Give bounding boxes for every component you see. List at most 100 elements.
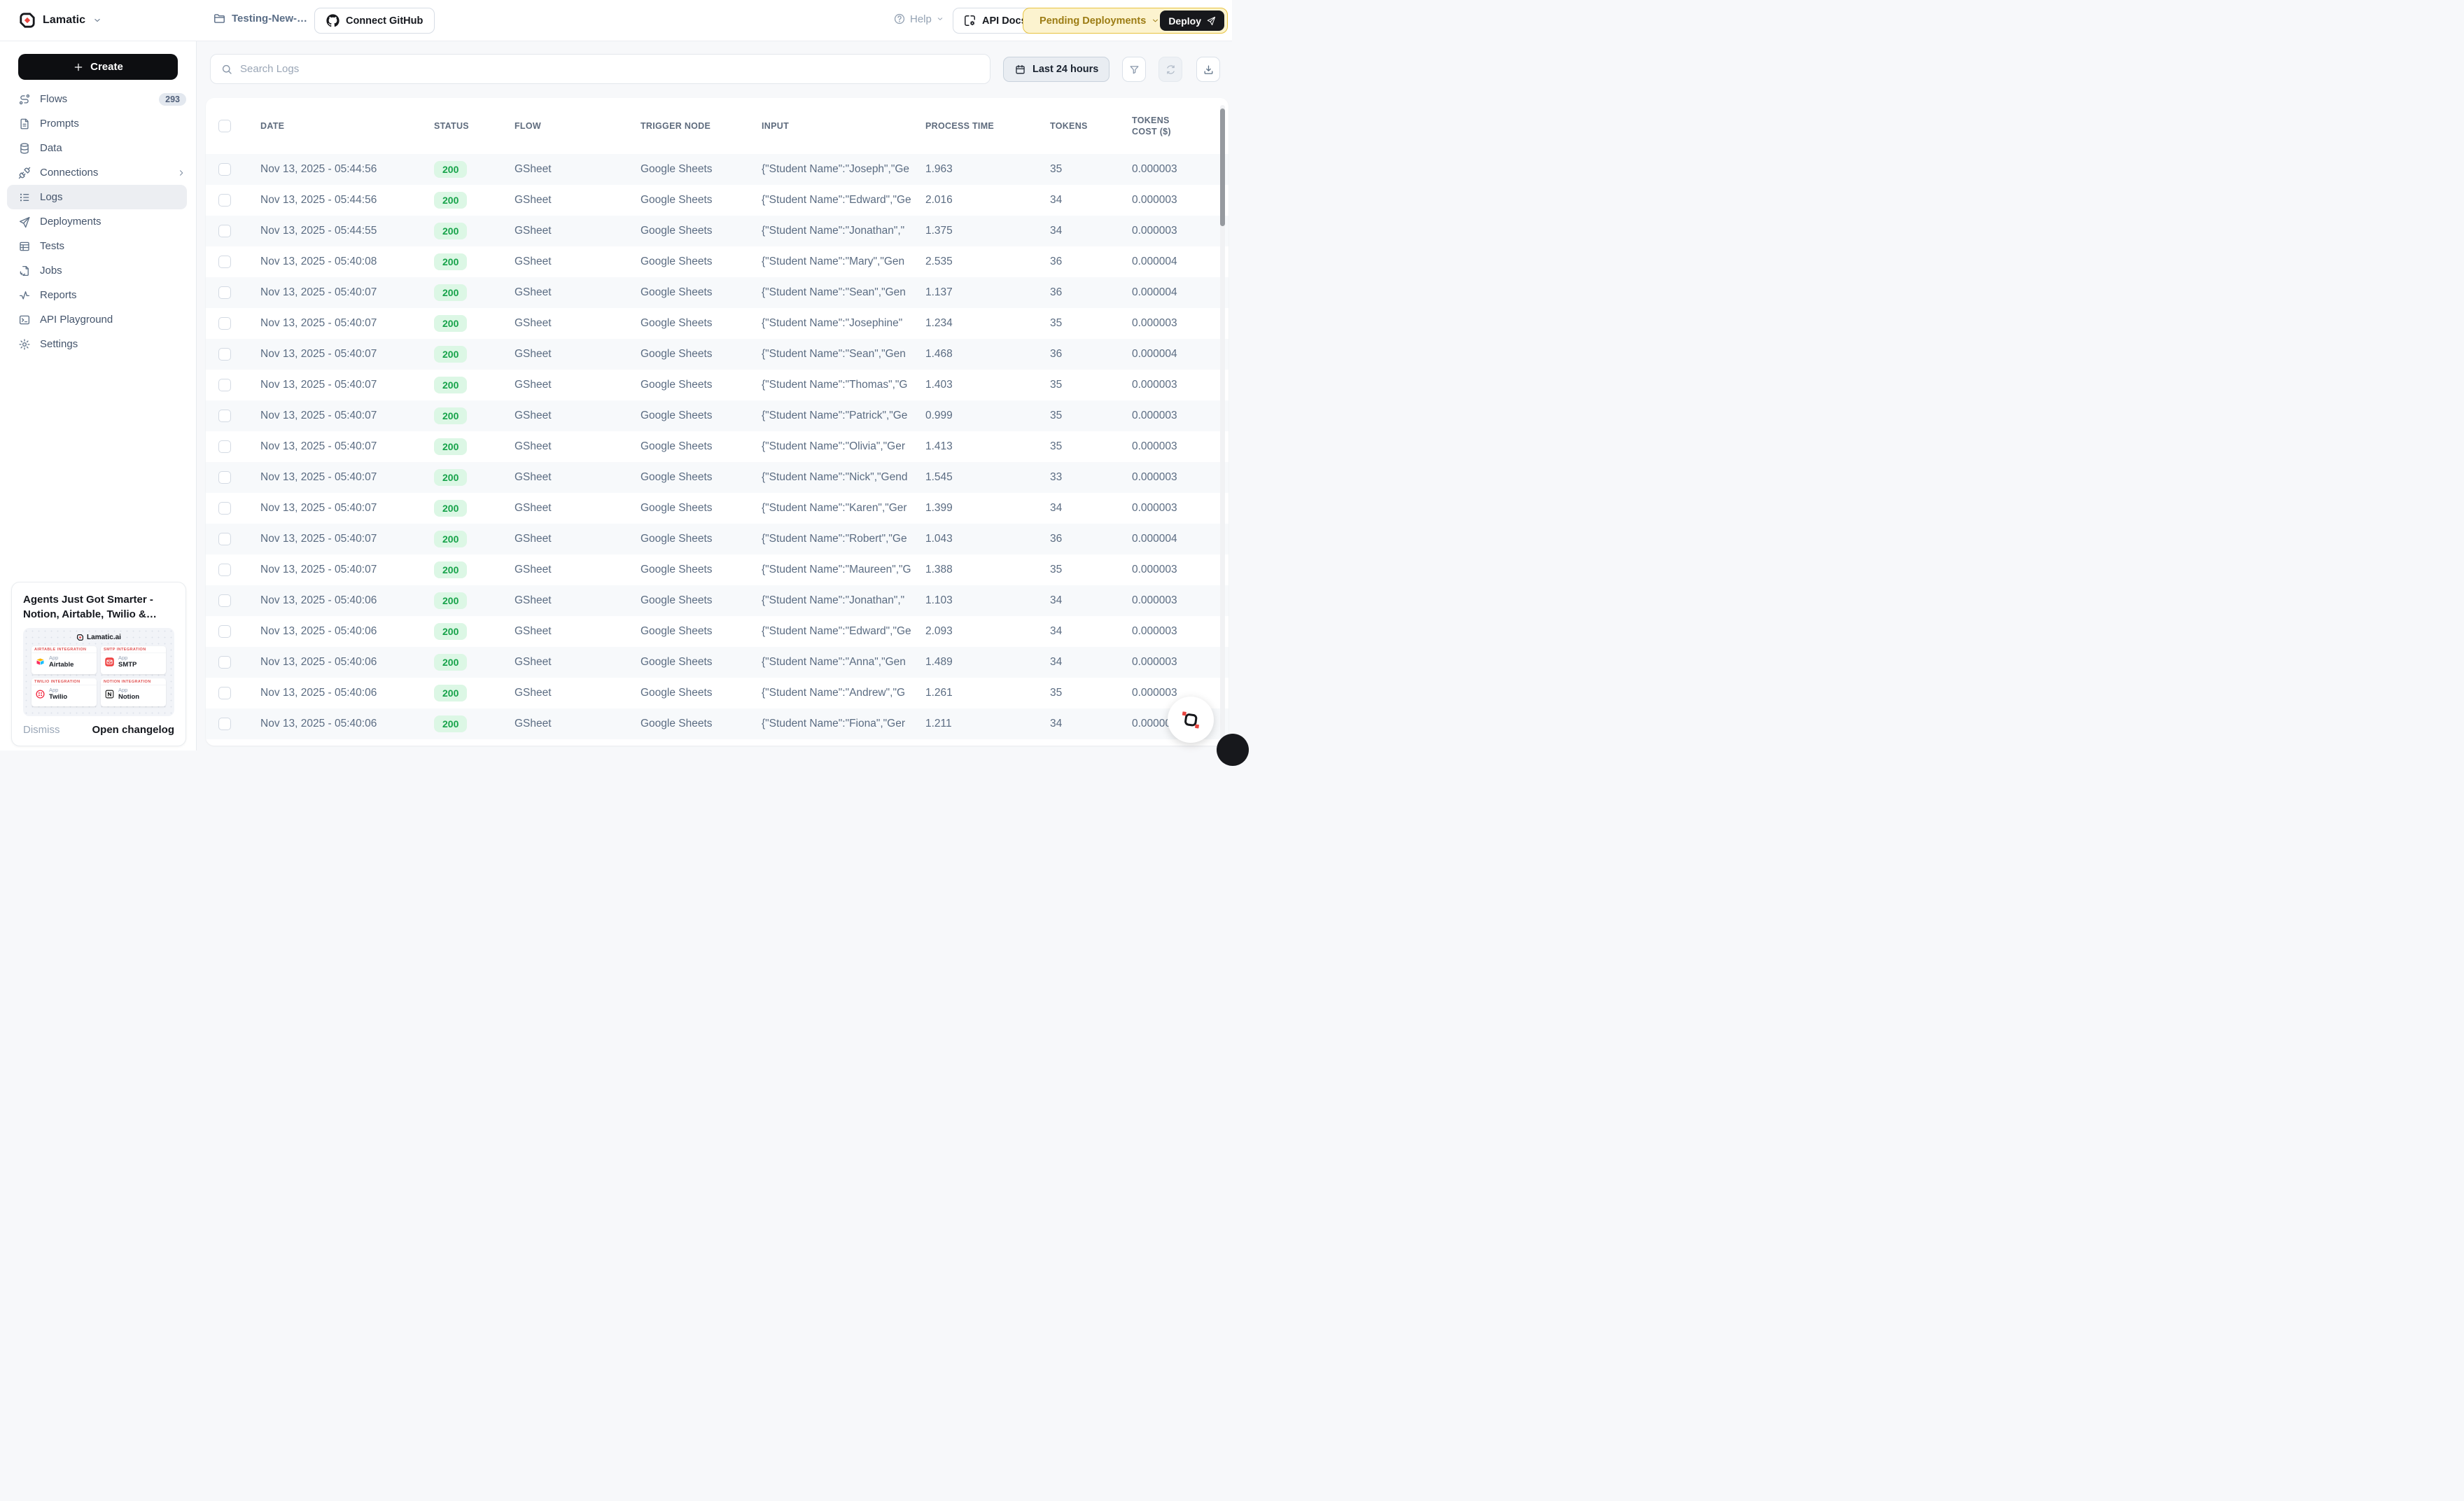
- status-badge: 200: [434, 685, 467, 701]
- row-checkbox[interactable]: [218, 471, 231, 484]
- table-row[interactable]: Nov 13, 2025 - 05:40:07200GSheetGoogle S…: [206, 431, 1228, 462]
- promo-integration-card: NOTION INTEGRATIONAppNotion: [101, 678, 166, 706]
- cell-date: Nov 13, 2025 - 05:40:07: [260, 317, 434, 330]
- select-all-checkbox[interactable]: [218, 120, 231, 132]
- cell-tokens-cost: 0.000003: [1132, 194, 1228, 207]
- sidebar-item-deployments[interactable]: Deployments: [0, 209, 196, 234]
- table-row[interactable]: Nov 13, 2025 - 05:44:55200GSheetGoogle S…: [206, 216, 1228, 246]
- row-checkbox[interactable]: [218, 687, 231, 699]
- row-checkbox[interactable]: [218, 718, 231, 730]
- cell-date: Nov 13, 2025 - 05:40:07: [260, 410, 434, 422]
- row-checkbox[interactable]: [218, 594, 231, 607]
- sidebar-item-reports[interactable]: Reports: [0, 283, 196, 307]
- row-checkbox[interactable]: [218, 317, 231, 330]
- integration-card-body: AppTwilio: [31, 685, 97, 703]
- sidebar-item-flows[interactable]: Flows 293: [0, 87, 196, 111]
- search-input[interactable]: [240, 63, 980, 75]
- cell-trigger-node: Google Sheets: [640, 256, 762, 268]
- cell-tokens: 34: [1050, 594, 1132, 607]
- deploy-button[interactable]: Deploy: [1160, 11, 1224, 31]
- sidebar-item-jobs[interactable]: Jobs: [0, 258, 196, 283]
- row-checkbox[interactable]: [218, 440, 231, 453]
- row-checkbox[interactable]: [218, 656, 231, 669]
- table-row[interactable]: Nov 13, 2025 - 05:44:56200GSheetGoogle S…: [206, 154, 1228, 185]
- table-row[interactable]: Nov 13, 2025 - 05:40:06200GSheetGoogle S…: [206, 647, 1228, 678]
- sidebar-item-prompts[interactable]: Prompts: [0, 111, 196, 136]
- row-checkbox[interactable]: [218, 286, 231, 299]
- top-bar: Lamatic Testing-New-… Connect GitHub Hel…: [0, 0, 1232, 41]
- cell-tokens-cost: 0.000003: [1132, 625, 1228, 638]
- cell-input: {"Student Name":"Jonathan",": [762, 225, 925, 237]
- table-row[interactable]: Nov 13, 2025 - 05:44:56200GSheetGoogle S…: [206, 185, 1228, 216]
- row-checkbox[interactable]: [218, 256, 231, 268]
- table-row[interactable]: Nov 13, 2025 - 05:40:07200GSheetGoogle S…: [206, 339, 1228, 370]
- sidebar-item-api-playground[interactable]: API Playground: [0, 307, 196, 332]
- chat-widget-button[interactable]: [1168, 697, 1214, 743]
- table-row[interactable]: Nov 13, 2025 - 05:40:07200GSheetGoogle S…: [206, 462, 1228, 493]
- table-row[interactable]: Nov 13, 2025 - 05:40:06200GSheetGoogle S…: [206, 678, 1228, 708]
- cell-trigger-node: Google Sheets: [640, 502, 762, 515]
- cell-tokens-cost: 0.000003: [1132, 687, 1228, 699]
- sidebar-item-connections[interactable]: Connections: [0, 160, 196, 185]
- help-circle-icon: [893, 13, 906, 25]
- cell-tokens: 36: [1050, 533, 1132, 545]
- project-selector[interactable]: Testing-New-…: [213, 12, 322, 25]
- cell-flow: GSheet: [514, 718, 640, 730]
- cell-trigger-node: Google Sheets: [640, 687, 762, 699]
- cell-tokens-cost: 0.000004: [1132, 533, 1228, 545]
- row-checkbox[interactable]: [218, 502, 231, 515]
- sidebar-item-tests[interactable]: Tests: [0, 234, 196, 258]
- cell-date: Nov 13, 2025 - 05:40:07: [260, 471, 434, 484]
- table-row[interactable]: Nov 13, 2025 - 05:40:07200GSheetGoogle S…: [206, 554, 1228, 585]
- cell-flow: GSheet: [514, 533, 640, 545]
- brand[interactable]: Lamatic: [18, 11, 102, 29]
- cell-date: Nov 13, 2025 - 05:40:06: [260, 656, 434, 669]
- pending-deployments-pill[interactable]: Pending Deployments Deploy: [1023, 8, 1228, 34]
- row-checkbox[interactable]: [218, 410, 231, 422]
- table-row[interactable]: Nov 13, 2025 - 05:40:06200GSheetGoogle S…: [206, 585, 1228, 616]
- column-header-date: DATE: [260, 121, 434, 131]
- open-changelog-link[interactable]: Open changelog: [92, 724, 174, 736]
- row-checkbox[interactable]: [218, 379, 231, 391]
- time-range-button[interactable]: Last 24 hours: [1003, 57, 1110, 82]
- table-row[interactable]: Nov 13, 2025 - 05:40:07200GSheetGoogle S…: [206, 493, 1228, 524]
- connect-github-button[interactable]: Connect GitHub: [314, 8, 435, 34]
- integration-card-body: AppAirtable: [31, 653, 97, 671]
- table-row[interactable]: Nov 13, 2025 - 05:40:07200GSheetGoogle S…: [206, 524, 1228, 554]
- column-header-tokens-cost: TOKENS COST ($): [1132, 115, 1192, 138]
- row-checkbox[interactable]: [218, 194, 231, 207]
- help-menu[interactable]: Help: [893, 13, 944, 25]
- row-checkbox[interactable]: [218, 348, 231, 361]
- cell-process-time: 2.093: [925, 625, 1050, 638]
- table-row[interactable]: Nov 13, 2025 - 05:40:08200GSheetGoogle S…: [206, 246, 1228, 277]
- scrollbar-thumb[interactable]: [1220, 109, 1225, 226]
- sidebar-item-settings[interactable]: Settings: [0, 332, 196, 356]
- create-label: Create: [90, 61, 123, 73]
- table-row[interactable]: Nov 13, 2025 - 05:40:07200GSheetGoogle S…: [206, 370, 1228, 400]
- row-checkbox[interactable]: [218, 225, 231, 237]
- cell-tokens-cost: 0.000004: [1132, 256, 1228, 268]
- create-button[interactable]: Create: [18, 54, 178, 80]
- cell-date: Nov 13, 2025 - 05:44:55: [260, 225, 434, 237]
- cell-trigger-node: Google Sheets: [640, 163, 762, 176]
- refresh-button[interactable]: [1158, 57, 1182, 82]
- table-row[interactable]: Nov 13, 2025 - 05:40:06200GSheetGoogle S…: [206, 708, 1228, 739]
- cell-tokens-cost: 0.000004: [1132, 286, 1228, 299]
- row-checkbox[interactable]: [218, 625, 231, 638]
- sidebar-item-label: Deployments: [40, 216, 102, 228]
- row-checkbox[interactable]: [218, 564, 231, 576]
- sidebar-item-logs[interactable]: Logs: [7, 185, 187, 209]
- dismiss-link[interactable]: Dismiss: [23, 724, 60, 736]
- download-button[interactable]: [1196, 57, 1220, 82]
- cell-tokens-cost: 0.000003: [1132, 410, 1228, 422]
- cell-tokens: 34: [1050, 194, 1132, 207]
- table-row[interactable]: Nov 13, 2025 - 05:40:07200GSheetGoogle S…: [206, 308, 1228, 339]
- table-row[interactable]: Nov 13, 2025 - 05:40:07200GSheetGoogle S…: [206, 277, 1228, 308]
- row-checkbox[interactable]: [218, 533, 231, 545]
- row-checkbox[interactable]: [218, 163, 231, 176]
- sidebar-item-data[interactable]: Data: [0, 136, 196, 160]
- table-row[interactable]: Nov 13, 2025 - 05:40:06200GSheetGoogle S…: [206, 616, 1228, 647]
- table-row[interactable]: Nov 13, 2025 - 05:40:07200GSheetGoogle S…: [206, 400, 1228, 431]
- filter-button[interactable]: [1122, 57, 1146, 82]
- cell-tokens: 34: [1050, 656, 1132, 669]
